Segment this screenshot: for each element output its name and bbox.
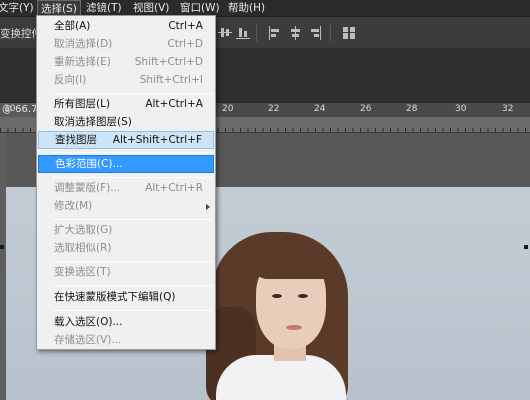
align-vcenter-icon[interactable]	[218, 25, 232, 41]
ruler-number: 28	[406, 104, 418, 114]
auto-align-icon[interactable]	[342, 25, 356, 41]
photo-fringe	[252, 243, 332, 279]
menu-item-transform-selection[interactable]: 变换选区(T)	[38, 264, 214, 282]
menu-separator	[53, 261, 213, 262]
menu-separator	[53, 177, 213, 178]
ruler-number: 26	[360, 104, 372, 114]
menu-separator	[53, 310, 213, 311]
ruler-number: 30	[455, 104, 467, 114]
menu-type[interactable]: 文字(Y)	[0, 0, 34, 17]
menu-item-grow[interactable]: 扩大选取(G)	[38, 222, 214, 240]
menu-separator	[53, 285, 213, 286]
transform-handle[interactable]	[0, 245, 4, 249]
photo-lips	[286, 325, 302, 330]
menu-separator	[53, 219, 213, 220]
ruler-number: 20	[222, 104, 234, 114]
submenu-arrow-icon	[206, 204, 210, 210]
menu-separator	[53, 93, 213, 94]
menu-item-modify[interactable]: 修改(M)	[38, 198, 214, 216]
menu-item-inverse[interactable]: 反向(I) Shift+Ctrl+I	[38, 72, 214, 90]
menu-item-load-selection[interactable]: 载入选区(O)...	[38, 314, 214, 332]
distribute-left-icon[interactable]	[268, 25, 282, 41]
align-bottom-icon[interactable]	[236, 25, 250, 41]
ruler-number: 22	[268, 104, 280, 114]
menu-item-refine-mask[interactable]: 调整蒙版(F)... Alt+Ctrl+R	[38, 180, 214, 198]
menu-item-deselect[interactable]: 取消选择(D) Ctrl+D	[38, 36, 214, 54]
select-menu-dropdown: 全部(A) Ctrl+A 取消选择(D) Ctrl+D 重新选择(E) Shift+C…	[36, 15, 216, 350]
menu-item-color-range[interactable]: 色彩范围(C)...	[38, 155, 214, 173]
ruler-number: 24	[314, 104, 326, 114]
menu-item-quick-mask[interactable]: 在快速蒙版模式下编辑(Q)	[38, 289, 214, 307]
menu-help[interactable]: 帮助(H)	[228, 0, 265, 17]
menu-item-reselect[interactable]: 重新选择(E) Shift+Ctrl+D	[38, 54, 214, 72]
menu-item-similar[interactable]: 选取相似(R)	[38, 240, 214, 258]
menu-item-find-layers[interactable]: 查找图层 Alt+Shift+Ctrl+F	[38, 131, 214, 149]
ruler-number: 10	[4, 104, 16, 114]
distribute-right-icon[interactable]	[308, 25, 322, 41]
ruler-number: 32	[502, 104, 514, 114]
menu-item-deselect-layers[interactable]: 取消选择图层(S)	[38, 114, 214, 132]
menu-separator	[53, 152, 213, 153]
photo-eye-right	[298, 294, 308, 298]
menu-item-all[interactable]: 全部(A) Ctrl+A	[38, 18, 214, 36]
distribute-hcenter-icon[interactable]	[288, 25, 302, 41]
menu-item-all-layers[interactable]: 所有图层(L) Alt+Ctrl+A	[38, 96, 214, 114]
transform-handle[interactable]	[524, 245, 528, 249]
photo-shirt	[216, 355, 346, 400]
menu-item-save-selection[interactable]: 存储选区(V)...	[38, 332, 214, 350]
photo-eye-left	[272, 294, 282, 298]
